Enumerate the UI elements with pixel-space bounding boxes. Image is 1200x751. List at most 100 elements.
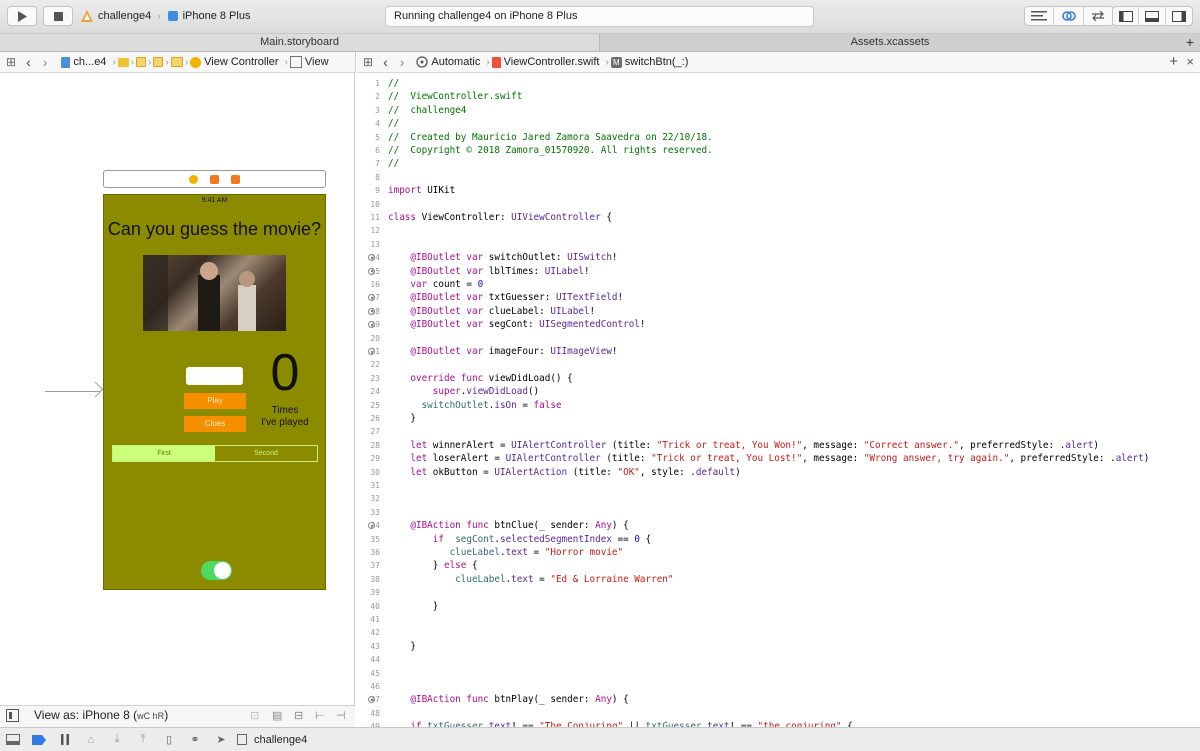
- exit-icon[interactable]: [231, 174, 240, 184]
- forward-button[interactable]: ›: [400, 54, 405, 70]
- view-debugger-icon[interactable]: ▯: [156, 733, 182, 746]
- code-line[interactable]: 38 clueLabel.text = "Ed & Lorraine Warre…: [356, 573, 1200, 586]
- add-constraints-icon[interactable]: ⊢: [315, 709, 325, 722]
- utilities-toggle-icon[interactable]: [1166, 7, 1192, 25]
- document-outline-toggle-icon[interactable]: [6, 709, 19, 722]
- editor-mode-control[interactable]: [1024, 6, 1114, 26]
- code-line[interactable]: 41: [356, 613, 1200, 626]
- clues-button[interactable]: Clues: [184, 416, 246, 432]
- storyboard-file-icon[interactable]: [136, 57, 147, 67]
- panel-visibility-control[interactable]: [1112, 6, 1193, 26]
- code-line[interactable]: 8: [356, 171, 1200, 184]
- code-line[interactable]: 17 @IBOutlet var txtGuesser: UITextField…: [356, 291, 1200, 304]
- code-line[interactable]: 28 let winnerAlert = UIAlertController (…: [356, 439, 1200, 452]
- code-line[interactable]: 39: [356, 586, 1200, 599]
- code-line[interactable]: 25 switchOutlet.isOn = false: [356, 399, 1200, 412]
- code-line[interactable]: 30 let okButton = UIAlertAction (title: …: [356, 466, 1200, 479]
- code-line[interactable]: 26 }: [356, 412, 1200, 425]
- jump-view-controller[interactable]: View Controller: [190, 56, 279, 68]
- close-editor-button[interactable]: ×: [1186, 54, 1194, 69]
- jump-method[interactable]: M switchBtn(_:): [610, 56, 688, 68]
- code-line[interactable]: 2 // ViewController.swift: [356, 90, 1200, 103]
- view-as-button[interactable]: View as: iPhone 8 (wC hR): [34, 708, 168, 722]
- add-tab-button[interactable]: +: [1180, 34, 1200, 51]
- code-line[interactable]: 21 @IBOutlet var imageFour: UIImageView!: [356, 345, 1200, 358]
- navigator-toggle-icon[interactable]: [1113, 7, 1140, 25]
- outlet-connection-icon[interactable]: [368, 267, 375, 275]
- align-icon[interactable]: ⊟: [294, 709, 303, 722]
- segment-first[interactable]: First: [113, 446, 215, 461]
- code-line[interactable]: 16 var count = 0: [356, 278, 1200, 291]
- scheme-selector[interactable]: challenge4 › iPhone 8 Plus: [80, 6, 250, 26]
- code-line[interactable]: 5 // Created by Mauricio Jared Zamora Saa…: [356, 131, 1200, 144]
- code-line[interactable]: 20: [356, 332, 1200, 345]
- code-line[interactable]: 37 } else {: [356, 559, 1200, 572]
- guess-text-field[interactable]: [186, 367, 243, 385]
- update-frames-icon[interactable]: ⊡: [250, 709, 259, 722]
- view-controller-scene[interactable]: 9:41 AM Can you guess the movie? 0 Times…: [103, 194, 326, 590]
- storyboard-base-icon[interactable]: [153, 57, 164, 67]
- outlet-connection-icon[interactable]: [368, 307, 375, 315]
- breakpoints-toggle-icon[interactable]: [26, 734, 52, 745]
- process-icon[interactable]: [234, 734, 250, 745]
- code-line[interactable]: 10: [356, 198, 1200, 211]
- code-line[interactable]: 46: [356, 680, 1200, 693]
- code-line[interactable]: 43 }: [356, 640, 1200, 653]
- back-button[interactable]: ‹: [383, 54, 388, 70]
- step-over-icon[interactable]: ⌂: [78, 734, 104, 746]
- code-line[interactable]: 1 //: [356, 77, 1200, 90]
- version-editor-icon[interactable]: [1084, 7, 1113, 25]
- code-line[interactable]: 7 //: [356, 157, 1200, 170]
- code-line[interactable]: 14 @IBOutlet var switchOutlet: UISwitch!: [356, 251, 1200, 264]
- related-items-icon[interactable]: ⊞: [6, 55, 16, 69]
- step-out-icon[interactable]: ⤒: [130, 733, 156, 746]
- resolve-issues-icon[interactable]: ⊣: [336, 709, 346, 722]
- title-label[interactable]: Can you guess the movie?: [104, 219, 325, 240]
- code-editor[interactable]: 1 // 2 // ViewController.swift 3 // challenge…: [356, 73, 1200, 727]
- add-editor-button[interactable]: +: [1169, 53, 1178, 70]
- related-items-icon[interactable]: ⊞: [363, 55, 373, 69]
- code-line[interactable]: 13: [356, 238, 1200, 251]
- forward-button[interactable]: ›: [43, 54, 48, 70]
- standard-editor-icon[interactable]: [1025, 7, 1055, 25]
- run-button[interactable]: [7, 6, 37, 26]
- tab-assets[interactable]: Assets.xcassets: [600, 34, 1180, 51]
- code-line[interactable]: 15 @IBOutlet var lblTimes: UILabel!: [356, 265, 1200, 278]
- jump-view[interactable]: View: [289, 56, 329, 68]
- switch-toggle[interactable]: [201, 561, 232, 580]
- code-line[interactable]: 22: [356, 358, 1200, 371]
- outlet-connection-icon[interactable]: [368, 348, 375, 355]
- storyboard-canvas[interactable]: 9:41 AM Can you guess the movie? 0 Times…: [0, 73, 355, 705]
- assistant-editor-icon[interactable]: [1054, 7, 1084, 25]
- scene-dock[interactable]: [103, 170, 326, 188]
- code-line[interactable]: 29 let loserAlert = UIAlertController (t…: [356, 452, 1200, 465]
- code-line[interactable]: 11 class ViewController: UIViewController…: [356, 211, 1200, 224]
- code-line[interactable]: 47 @IBAction func btnPlay(_ sender: Any)…: [356, 693, 1200, 706]
- code-line[interactable]: 49 if txtGuesser.text! == "The Conjuring…: [356, 720, 1200, 727]
- pause-icon[interactable]: [52, 734, 78, 745]
- code-line[interactable]: 45: [356, 667, 1200, 680]
- code-line[interactable]: 3 // challenge4: [356, 104, 1200, 117]
- back-button[interactable]: ‹: [26, 54, 31, 70]
- code-line[interactable]: 6 // Copyright © 2018 Zamora_01570920. Al…: [356, 144, 1200, 157]
- code-line[interactable]: 9 import UIKit: [356, 184, 1200, 197]
- embed-in-stack-icon[interactable]: ▤: [272, 709, 282, 722]
- code-line[interactable]: 36 clueLabel.text = "Horror movie": [356, 546, 1200, 559]
- stop-button[interactable]: [43, 6, 73, 26]
- code-line[interactable]: 44: [356, 653, 1200, 666]
- segmented-control[interactable]: First Second: [112, 445, 318, 462]
- code-line[interactable]: 42: [356, 626, 1200, 639]
- jump-project[interactable]: ch...e4: [61, 56, 106, 68]
- first-responder-icon[interactable]: [210, 174, 219, 184]
- code-line[interactable]: 23 override func viewDidLoad() {: [356, 372, 1200, 385]
- code-line[interactable]: 32: [356, 492, 1200, 505]
- code-line[interactable]: 34 @IBAction func btnClue(_ sender: Any)…: [356, 519, 1200, 532]
- code-line[interactable]: 48: [356, 707, 1200, 720]
- code-line[interactable]: 19 @IBOutlet var segCont: UISegmentedCon…: [356, 318, 1200, 331]
- code-line[interactable]: 4 //: [356, 117, 1200, 130]
- scene-icon[interactable]: [170, 57, 183, 67]
- jump-swift-file[interactable]: ViewController.swift: [491, 56, 599, 68]
- view-controller-dock-icon[interactable]: [189, 174, 198, 184]
- segment-second[interactable]: Second: [215, 446, 317, 461]
- location-icon[interactable]: ➤: [208, 733, 234, 746]
